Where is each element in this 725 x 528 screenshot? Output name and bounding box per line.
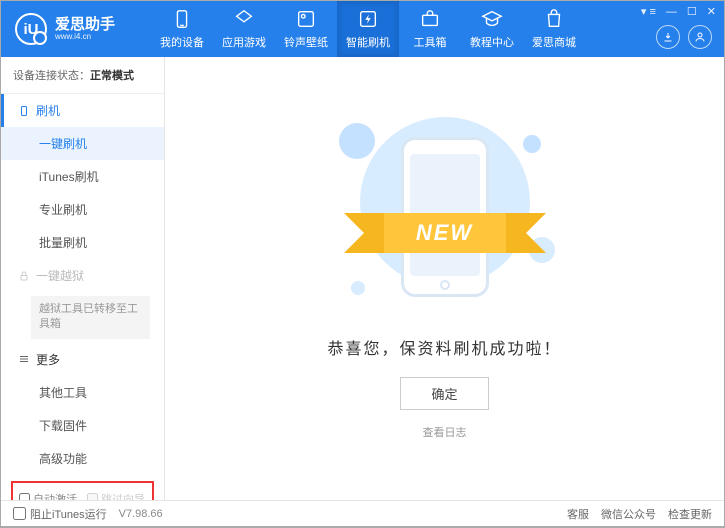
menu-icon[interactable]: ▾ ≡: [641, 5, 656, 18]
sidebar-item-itunes[interactable]: iTunes刷机: [1, 160, 164, 193]
group-flash[interactable]: 刷机: [1, 94, 164, 127]
nav-my-device[interactable]: 我的设备: [151, 1, 213, 57]
main-content: NEW 恭喜您，保资料刷机成功啦！ 确定 查看日志: [165, 57, 724, 500]
nav-label: 教程中心: [470, 34, 514, 50]
sidebar-item-advanced[interactable]: 高级功能: [1, 442, 164, 475]
sidebar-item-batch[interactable]: 批量刷机: [1, 226, 164, 259]
apps-icon: [233, 8, 255, 30]
block-itunes-check[interactable]: 阻止iTunes运行: [13, 506, 107, 522]
nav-label: 工具箱: [414, 34, 447, 50]
brand-name: 爱思助手: [55, 17, 115, 32]
brand-url: www.i4.cn: [55, 32, 115, 41]
footer-update[interactable]: 检查更新: [668, 506, 712, 522]
nav-label: 爱思商城: [532, 34, 576, 50]
footer-support[interactable]: 客服: [567, 506, 589, 522]
success-illustration: NEW: [335, 117, 555, 317]
nav-label: 我的设备: [160, 34, 204, 50]
nav-smart-flash[interactable]: 智能刷机: [337, 1, 399, 57]
sidebar-item-firmware[interactable]: 下载固件: [1, 409, 164, 442]
sidebar-item-pro[interactable]: 专业刷机: [1, 193, 164, 226]
maximize-icon[interactable]: ☐: [687, 5, 697, 18]
mall-icon: [543, 8, 565, 30]
version-label: V7.98.66: [119, 508, 163, 520]
tutorial-icon: [481, 8, 503, 30]
user-button[interactable]: [688, 25, 712, 49]
wallpaper-icon: [295, 8, 317, 30]
group-jailbreak: 一键越狱: [1, 259, 164, 292]
nav-mall[interactable]: 爱思商城: [523, 1, 585, 57]
nav-apps[interactable]: 应用游戏: [213, 1, 275, 57]
sidebar: 设备连接状态：正常模式 刷机 一键刷机 iTunes刷机 专业刷机 批量刷机 一…: [1, 57, 165, 500]
top-nav: 我的设备 应用游戏 铃声壁纸 智能刷机 工具箱 教程中心: [151, 1, 724, 57]
nav-tutorial[interactable]: 教程中心: [461, 1, 523, 57]
sidebar-item-other[interactable]: 其他工具: [1, 376, 164, 409]
success-message: 恭喜您，保资料刷机成功啦！: [327, 335, 561, 359]
nav-label: 智能刷机: [346, 34, 390, 50]
view-log-link[interactable]: 查看日志: [423, 424, 467, 440]
device-icon: [171, 8, 193, 30]
more-icon: [18, 353, 30, 365]
nav-label: 铃声壁纸: [284, 34, 328, 50]
new-ribbon: NEW: [345, 209, 545, 257]
sidebar-item-oneclick[interactable]: 一键刷机: [1, 127, 164, 160]
titlebar: iU 爱思助手 www.i4.cn 我的设备 应用游戏 铃声壁纸 智能刷机: [1, 1, 724, 57]
download-button[interactable]: [656, 25, 680, 49]
nav-toolbox[interactable]: 工具箱: [399, 1, 461, 57]
jailbreak-note: 越狱工具已转移至工具箱: [31, 296, 150, 339]
group-more[interactable]: 更多: [1, 343, 164, 376]
flash-icon: [357, 8, 379, 30]
ok-button[interactable]: 确定: [400, 377, 488, 410]
phone-icon: [18, 105, 30, 117]
window-controls: ▾ ≡ — ☐ ✕: [641, 5, 716, 18]
option-checks: 自动激活 跳过向导: [11, 481, 154, 500]
nav-ringtone[interactable]: 铃声壁纸: [275, 1, 337, 57]
check-skip-guide[interactable]: 跳过向导: [87, 491, 145, 500]
minimize-icon[interactable]: —: [666, 6, 677, 18]
footer-wechat[interactable]: 微信公众号: [601, 506, 656, 522]
brand: iU 爱思助手 www.i4.cn: [1, 13, 151, 45]
lock-icon: [18, 270, 30, 282]
nav-label: 应用游戏: [222, 34, 266, 50]
close-icon[interactable]: ✕: [707, 5, 716, 18]
footer: 阻止iTunes运行 V7.98.66 客服 微信公众号 检查更新: [1, 500, 724, 526]
connection-status: 设备连接状态：正常模式: [1, 57, 164, 94]
check-auto-activate[interactable]: 自动激活: [19, 491, 77, 500]
logo-icon: iU: [15, 13, 47, 45]
toolbox-icon: [419, 8, 441, 30]
header-actions: [656, 25, 712, 49]
